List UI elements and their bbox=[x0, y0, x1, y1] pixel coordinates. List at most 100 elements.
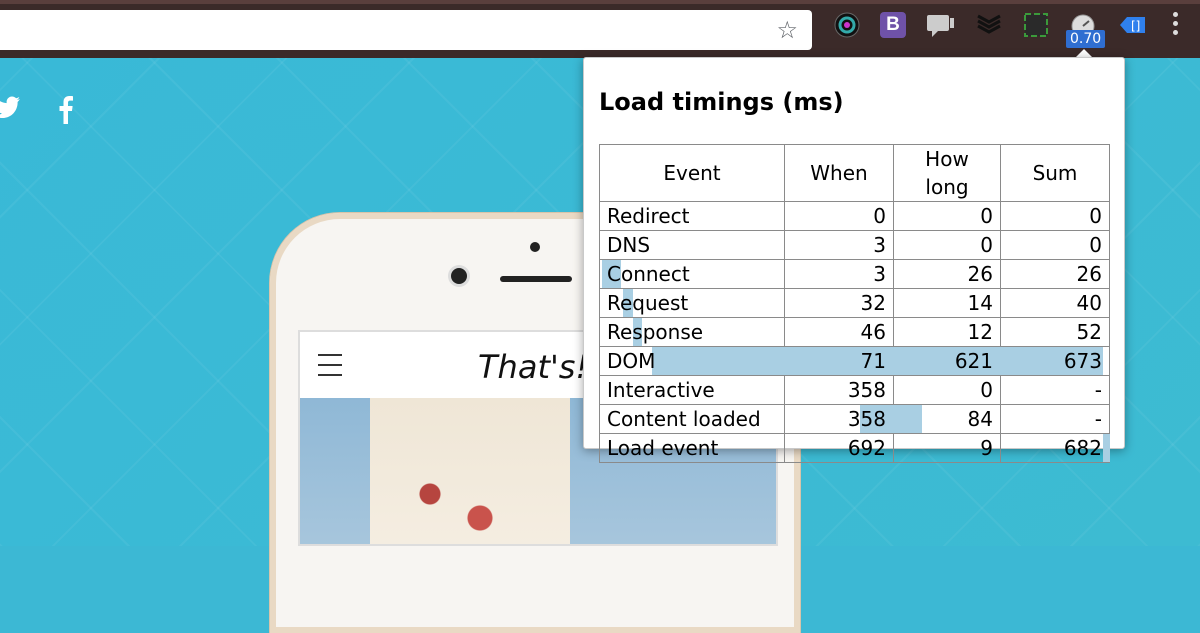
phone-speaker bbox=[500, 276, 572, 282]
event-cell-text: DNS bbox=[607, 233, 651, 257]
sum-cell-text: - bbox=[1094, 407, 1102, 431]
sum-cell-text: 673 bbox=[1063, 349, 1102, 373]
sum-cell: 0 bbox=[1000, 201, 1110, 231]
color-picker-icon[interactable] bbox=[832, 10, 862, 40]
bootstrap-icon[interactable]: B bbox=[880, 12, 906, 38]
event-cell-text: Request bbox=[607, 291, 689, 315]
how-long-cell: 84 bbox=[893, 404, 1001, 434]
event-cell-text: Connect bbox=[607, 262, 690, 286]
load-timings-popup: Load timings (ms) Event When How long Su… bbox=[583, 57, 1125, 463]
event-cell-text: Redirect bbox=[607, 204, 690, 228]
event-cell: Interactive bbox=[599, 375, 785, 405]
sum-cell-text: 0 bbox=[1089, 233, 1102, 257]
when-cell-text: 71 bbox=[860, 349, 886, 373]
popup-title: Load timings (ms) bbox=[599, 88, 844, 116]
table-row: Connect 3 26 26 bbox=[599, 259, 1110, 289]
layers-icon[interactable] bbox=[974, 10, 1004, 40]
event-cell: Content loaded bbox=[599, 404, 785, 434]
how-long-cell-text: 0 bbox=[980, 204, 993, 228]
phone-camera bbox=[451, 268, 467, 284]
when-cell-text: 358 bbox=[847, 407, 886, 431]
browser-menu-icon[interactable] bbox=[1173, 12, 1179, 39]
how-long-cell: 12 bbox=[893, 317, 1001, 347]
when-cell-text: 32 bbox=[860, 291, 886, 315]
event-cell-text: Response bbox=[607, 320, 704, 344]
how-long-cell-text: 84 bbox=[967, 407, 993, 431]
table-row: Content loaded 358 84 - bbox=[599, 404, 1110, 434]
when-cell-text: 46 bbox=[860, 320, 886, 344]
how-long-cell: 0 bbox=[893, 230, 1001, 260]
sum-cell-text: 0 bbox=[1089, 204, 1102, 228]
column-header-event: Event bbox=[599, 144, 785, 202]
when-cell: 32 bbox=[784, 288, 894, 318]
how-long-cell-text: 14 bbox=[967, 291, 993, 315]
sum-cell: 682 bbox=[1000, 433, 1110, 463]
sum-cell-text: 682 bbox=[1063, 436, 1102, 460]
when-cell-text: 3 bbox=[873, 262, 886, 286]
timeline-bar bbox=[651, 347, 785, 375]
table-row: Redirect 0 0 0 bbox=[599, 201, 1110, 231]
floral-dress-image bbox=[370, 398, 570, 544]
how-long-cell: 621 bbox=[893, 346, 1001, 376]
event-cell-text: Load event bbox=[607, 436, 719, 460]
how-long-cell: 14 bbox=[893, 288, 1001, 318]
how-long-cell: 0 bbox=[893, 201, 1001, 231]
how-long-cell-text: 26 bbox=[967, 262, 993, 286]
sum-cell-text: 52 bbox=[1076, 320, 1102, 344]
when-cell: 46 bbox=[784, 317, 894, 347]
comment-icon[interactable] bbox=[926, 10, 956, 40]
address-bar[interactable]: ☆ bbox=[0, 10, 812, 50]
when-cell: 0 bbox=[784, 201, 894, 231]
event-cell-text: DOM bbox=[607, 349, 656, 373]
column-header-sum: Sum bbox=[1000, 144, 1110, 202]
table-row: Response 46 12 52 bbox=[599, 317, 1110, 347]
event-cell: DOM bbox=[599, 346, 785, 376]
table-row: Interactive 358 0 - bbox=[599, 375, 1110, 405]
how-long-cell: 26 bbox=[893, 259, 1001, 289]
how-long-cell-text: 9 bbox=[980, 436, 993, 460]
sum-cell: - bbox=[1000, 404, 1110, 434]
how-long-cell-text: 12 bbox=[967, 320, 993, 344]
event-cell-text: Content loaded bbox=[607, 407, 761, 431]
when-cell: 358 bbox=[784, 404, 894, 434]
hamburger-menu-icon[interactable] bbox=[318, 354, 342, 384]
how-long-cell-text: 0 bbox=[980, 233, 993, 257]
sum-cell: 26 bbox=[1000, 259, 1110, 289]
event-cell: Request bbox=[599, 288, 785, 318]
event-cell: Response bbox=[599, 317, 785, 347]
svg-text:[]: [] bbox=[1131, 19, 1140, 33]
how-long-cell-text: 621 bbox=[954, 349, 993, 373]
sum-cell: 673 bbox=[1000, 346, 1110, 376]
when-cell-text: 692 bbox=[847, 436, 886, 460]
twitter-icon[interactable] bbox=[0, 94, 22, 125]
event-cell: Redirect bbox=[599, 201, 785, 231]
when-cell: 3 bbox=[784, 259, 894, 289]
event-cell: Connect bbox=[599, 259, 785, 289]
bracket-icon[interactable]: [] bbox=[1118, 10, 1148, 40]
sum-cell-text: 40 bbox=[1076, 291, 1102, 315]
table-row: DNS 3 0 0 bbox=[599, 230, 1110, 260]
timeline-bar bbox=[894, 405, 922, 433]
how-long-cell: 9 bbox=[893, 433, 1001, 463]
screenshot-icon[interactable] bbox=[1021, 10, 1051, 40]
column-header-when: When bbox=[784, 144, 894, 202]
sum-cell: 52 bbox=[1000, 317, 1110, 347]
sum-cell: - bbox=[1000, 375, 1110, 405]
when-cell-text: 0 bbox=[873, 204, 886, 228]
phone-sensor bbox=[530, 242, 540, 252]
when-cell-text: 3 bbox=[873, 233, 886, 257]
bookmark-star-icon[interactable]: ☆ bbox=[776, 17, 798, 43]
facebook-icon[interactable] bbox=[56, 94, 74, 129]
when-cell: 692 bbox=[784, 433, 894, 463]
when-cell: 3 bbox=[784, 230, 894, 260]
timeline-bar bbox=[1103, 434, 1110, 462]
event-cell: DNS bbox=[599, 230, 785, 260]
sum-cell-text: 26 bbox=[1076, 262, 1102, 286]
when-cell-text: 358 bbox=[847, 378, 886, 402]
event-cell: Load event bbox=[599, 433, 785, 463]
event-cell-text: Interactive bbox=[607, 378, 715, 402]
timings-table: Event When How long Sum Redirect 0 0 0 DNS 3 0… bbox=[599, 144, 1110, 463]
how-long-cell: 0 bbox=[893, 375, 1001, 405]
table-row: Request 32 14 40 bbox=[599, 288, 1110, 318]
table-row: DOM 71 621 673 bbox=[599, 346, 1110, 376]
